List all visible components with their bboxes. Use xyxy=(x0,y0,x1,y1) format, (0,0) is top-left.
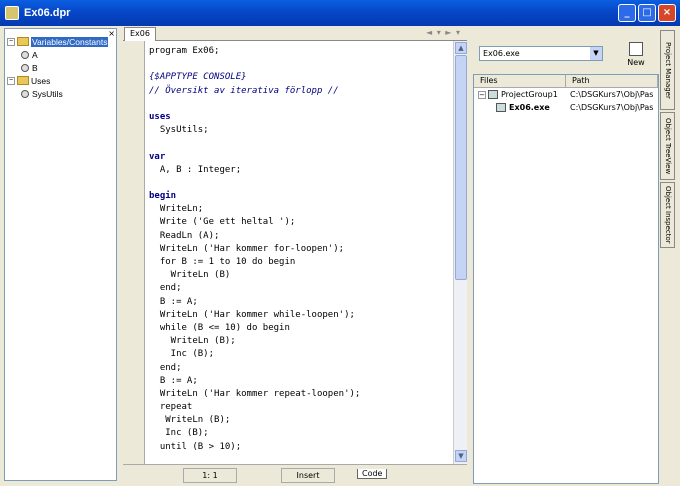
window-title: Ex06.dpr xyxy=(24,7,71,19)
tree-item[interactable]: − Variables/Constants xyxy=(7,35,109,48)
collapse-icon[interactable]: − xyxy=(478,90,486,99)
column-files[interactable]: Files xyxy=(474,75,566,87)
chevron-down-icon[interactable]: ▼ xyxy=(590,47,602,60)
code-line: repeat xyxy=(149,402,193,413)
code-area[interactable]: program Ex06; {$APPTYPE CONSOLE} // Översi… xyxy=(145,41,453,464)
code-line: while (B <= 10) do begin xyxy=(149,322,290,333)
code-editor: Ex06 ◄ ▾ ► ▾ program Ex06; {$APPTYPE CONS… xyxy=(123,26,467,485)
code-line: Inc (B); xyxy=(149,428,209,439)
code-line: // Översikt av iterativa förlopp // xyxy=(149,85,339,96)
scroll-thumb[interactable] xyxy=(455,55,467,280)
side-tabs: Project Manager Object TreeView Object Ins… xyxy=(660,30,676,250)
code-line: WriteLn (B); xyxy=(149,415,231,426)
code-line: end; xyxy=(149,362,182,373)
code-line: end; xyxy=(149,283,182,294)
code-line: WriteLn; xyxy=(149,204,204,215)
tab-code[interactable]: Code xyxy=(357,469,388,479)
tab-ex06[interactable]: Ex06 xyxy=(124,27,156,41)
cursor-position: 1: 1 xyxy=(183,468,237,483)
collapse-icon[interactable]: − xyxy=(7,37,15,46)
close-button[interactable]: × xyxy=(658,4,676,22)
editor-gutter xyxy=(123,41,145,464)
project-combo[interactable]: Ex06.exe ▼ xyxy=(479,46,603,61)
code-line: for B := 1 to 10 do begin xyxy=(149,257,296,267)
new-button[interactable]: New xyxy=(621,41,651,71)
app-icon xyxy=(5,6,19,20)
project-path: C:\DSGKurs7\Obj\Pas xyxy=(570,103,654,112)
project-list: Files Path − ProjectGroup1 C:\DSGKurs7\Obj… xyxy=(473,74,659,484)
project-icon xyxy=(496,103,506,112)
code-line: A, B : Integer; xyxy=(149,164,242,175)
tree-item-label: SysUtils xyxy=(32,88,63,99)
tree-item[interactable]: A xyxy=(7,48,108,61)
column-path[interactable]: Path xyxy=(566,75,658,87)
code-line: ReadLn (A); xyxy=(149,230,220,241)
tree-item-label: Uses xyxy=(31,75,51,86)
project-row[interactable]: − ProjectGroup1 C:\DSGKurs7\Obj\Pas xyxy=(474,88,658,101)
variable-icon xyxy=(21,63,29,72)
code-explorer: × − Variables/Constants A B − Uses SysUtils xyxy=(4,28,117,481)
tree-item[interactable]: − Uses xyxy=(7,74,108,87)
code-line: WriteLn (B) xyxy=(149,270,231,281)
tree-item-label: Variables/Constants xyxy=(31,36,109,47)
editor-tab-bar: Ex06 ◄ ▾ ► ▾ xyxy=(123,26,467,41)
tree-item[interactable]: B xyxy=(7,61,108,74)
nav-arrows-icon[interactable]: ◄ ▾ ► ▾ xyxy=(426,28,461,37)
close-icon[interactable]: × xyxy=(108,29,115,38)
code-line: uses xyxy=(149,111,171,122)
status-bar: 1: 1 Insert Code xyxy=(123,464,467,485)
scroll-down-icon[interactable]: ▼ xyxy=(455,450,467,462)
collapse-icon[interactable]: − xyxy=(7,76,15,85)
folder-icon xyxy=(17,76,29,85)
code-line: WriteLn ('Har kommer while-loopen'); xyxy=(149,309,355,320)
code-line: var xyxy=(149,151,166,162)
explorer-tree: − Variables/Constants A B − Uses SysUtils xyxy=(7,35,109,100)
new-icon xyxy=(629,42,643,56)
code-line: begin xyxy=(149,191,177,202)
unit-icon xyxy=(21,89,29,98)
code-line: WriteLn ('Har kommer repeat-loopen'); xyxy=(149,388,361,399)
vertical-scrollbar[interactable]: ▲ ▼ xyxy=(453,41,467,464)
code-line: SysUtils; xyxy=(149,125,209,136)
project-row[interactable]: Ex06.exe C:\DSGKurs7\Obj\Pas xyxy=(474,101,658,114)
project-path: C:\DSGKurs7\Obj\Pas xyxy=(570,90,654,99)
code-line: Inc (B); xyxy=(149,349,215,360)
variable-icon xyxy=(21,50,29,59)
tree-item-label: A xyxy=(32,49,38,60)
side-tab[interactable]: Project Manager xyxy=(660,30,675,110)
project-icon xyxy=(488,90,498,99)
code-line: {$APPTYPE CONSOLE} xyxy=(149,72,247,83)
folder-icon xyxy=(17,37,29,46)
code-line: WriteLn ('Har kommer for-loopen'); xyxy=(149,243,345,254)
title-bar: Ex06.dpr _ □ × xyxy=(0,0,680,26)
code-line: program Ex06; xyxy=(149,46,220,56)
code-line: B := A; xyxy=(149,375,198,386)
insert-mode: Insert xyxy=(281,468,335,483)
side-tab[interactable]: Object TreeView xyxy=(660,112,675,180)
code-line: B := A; xyxy=(149,296,198,307)
code-line: Write ('Ge ett heltal '); xyxy=(149,217,296,228)
project-manager: Ex06.exe ▼ New Files Path − ProjectGroup1… xyxy=(471,26,659,485)
code-line: until (B > 10); xyxy=(149,441,242,452)
project-name: Ex06.exe xyxy=(509,103,550,112)
project-name: ProjectGroup1 xyxy=(501,90,558,99)
tree-item[interactable]: SysUtils xyxy=(7,87,108,100)
minimize-button[interactable]: _ xyxy=(618,4,636,22)
code-line: WriteLn (B); xyxy=(149,336,236,347)
scroll-up-icon[interactable]: ▲ xyxy=(455,42,467,54)
side-tab[interactable]: Object Inspector xyxy=(660,182,675,248)
tree-item-label: B xyxy=(32,62,38,73)
maximize-button[interactable]: □ xyxy=(638,4,656,22)
